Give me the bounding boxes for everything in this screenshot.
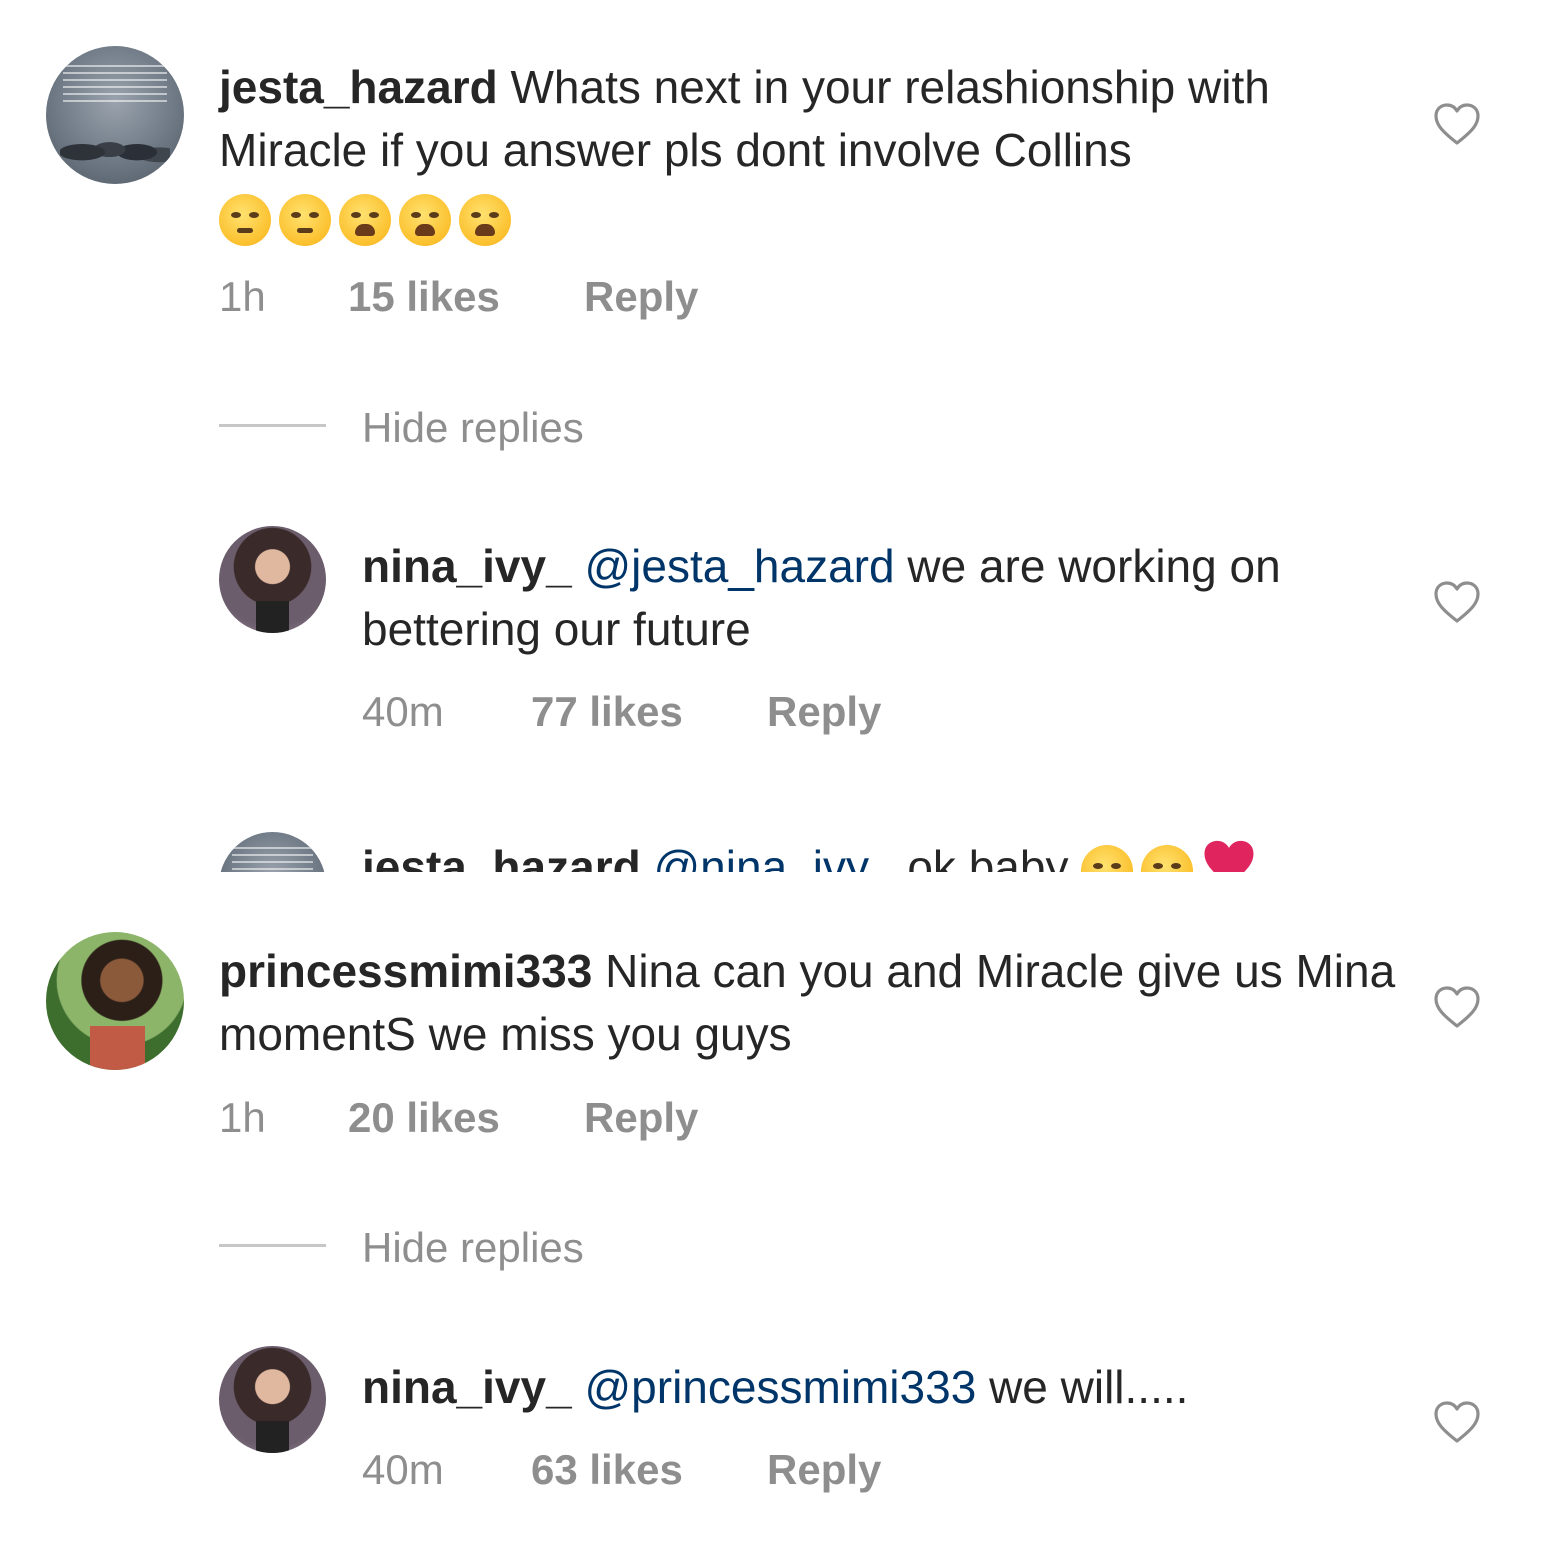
timestamp: 40m: [362, 1446, 444, 1493]
likes-count[interactable]: 20 likes: [348, 1094, 500, 1142]
like-heart-icon[interactable]: [1433, 102, 1481, 146]
reply-meta: 40m 63 likes Reply: [362, 1446, 962, 1496]
like-heart-icon[interactable]: [1433, 580, 1481, 624]
reply-text: jesta_hazard @nina_ivy_ ok baby: [362, 836, 1462, 872]
avatar[interactable]: [219, 832, 326, 872]
username[interactable]: jesta_hazard: [362, 841, 641, 872]
hide-replies-button[interactable]: Hide replies: [362, 1224, 584, 1272]
timestamp: 1h: [219, 1094, 266, 1141]
mention-link[interactable]: @jesta_hazard: [584, 540, 894, 592]
heart-eyes-face-icon: [1141, 845, 1194, 872]
red-heart-icon: [1201, 837, 1257, 872]
reply-button[interactable]: Reply: [584, 273, 698, 321]
pleading-face-icon: [219, 194, 271, 247]
reply-button[interactable]: Reply: [584, 1094, 698, 1142]
username[interactable]: nina_ivy_: [362, 540, 572, 592]
timestamp: 1h: [219, 273, 266, 320]
username[interactable]: jesta_hazard: [219, 61, 498, 113]
avatar[interactable]: [46, 46, 184, 184]
reply-button[interactable]: Reply: [767, 688, 881, 736]
mention-link[interactable]: @princessmimi333: [584, 1361, 976, 1413]
reply-text: nina_ivy_ @jesta_hazard we are working o…: [362, 535, 1362, 661]
username[interactable]: princessmimi333: [219, 945, 592, 997]
reply-body: ok baby: [907, 841, 1069, 872]
comment-meta: 1h 20 likes Reply: [219, 1094, 819, 1144]
heart-eyes-face-icon: [1081, 845, 1134, 872]
reply-body: we will.....: [989, 1361, 1189, 1413]
mention-link[interactable]: @nina_ivy_: [653, 841, 894, 872]
reply-text: nina_ivy_ @princessmimi333 we will.....: [362, 1356, 1412, 1419]
like-heart-icon[interactable]: [1433, 1400, 1481, 1444]
crying-face-icon: [459, 194, 511, 247]
timestamp: 40m: [362, 688, 444, 735]
likes-count[interactable]: 77 likes: [531, 688, 683, 736]
emoji-group: [1081, 836, 1257, 872]
likes-count[interactable]: 63 likes: [531, 1446, 683, 1494]
avatar[interactable]: [219, 526, 326, 633]
reply-button[interactable]: Reply: [767, 1446, 881, 1494]
comment-text: princessmimi333 Nina can you and Miracle…: [219, 940, 1399, 1066]
divider: [219, 1244, 326, 1247]
username[interactable]: nina_ivy_: [362, 1361, 572, 1413]
avatar[interactable]: [219, 1346, 326, 1453]
reply-meta: 40m 77 likes Reply: [362, 688, 962, 738]
emoji-group: [219, 185, 519, 248]
comment-meta: 1h 15 likes Reply: [219, 273, 819, 323]
likes-count[interactable]: 15 likes: [348, 273, 500, 321]
pleading-face-icon: [279, 194, 331, 247]
loudly-crying-face-icon: [339, 194, 391, 247]
thread-jesta-hazard: jesta_hazard Whats next in your relashio…: [0, 0, 1564, 872]
like-heart-icon[interactable]: [1433, 985, 1481, 1029]
hide-replies-button[interactable]: Hide replies: [362, 404, 584, 452]
divider: [219, 424, 326, 427]
crying-face-icon: [399, 194, 451, 247]
comment-text: jesta_hazard Whats next in your relashio…: [219, 56, 1369, 248]
avatar[interactable]: [46, 932, 184, 1070]
